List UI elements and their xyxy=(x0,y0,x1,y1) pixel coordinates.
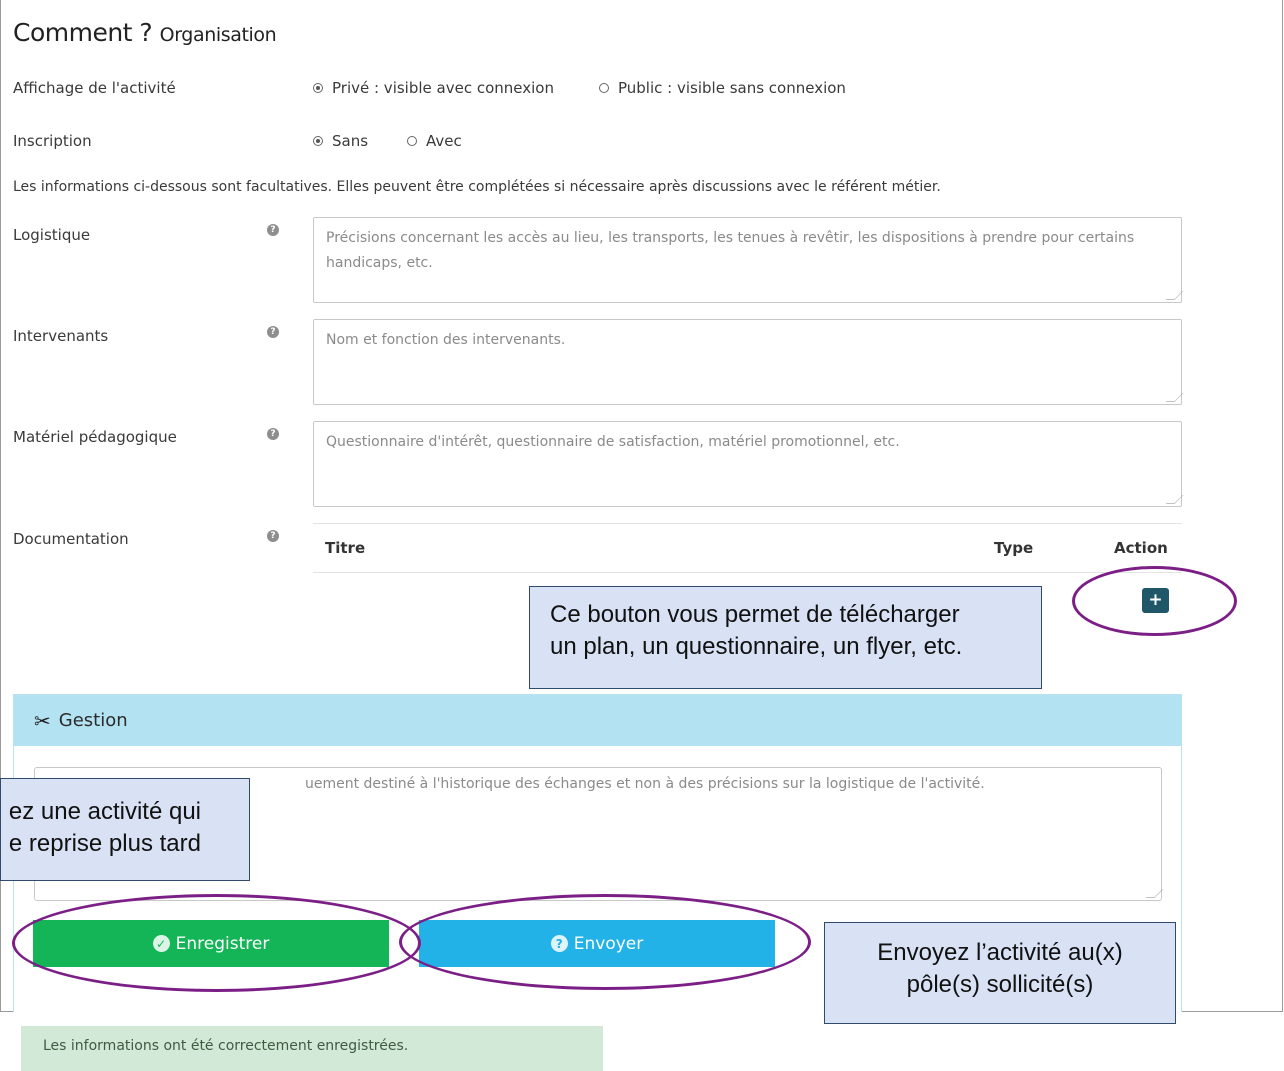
column-header-title: Titre xyxy=(325,539,366,557)
display-label: Affichage de l'activité xyxy=(13,79,176,97)
radio-public-circle[interactable] xyxy=(599,83,609,93)
radio-without-circle[interactable] xyxy=(313,136,323,146)
registration-label: Inscription xyxy=(13,132,92,150)
teaching-material-help-icon[interactable]: ? xyxy=(267,428,279,440)
success-alert: Les informations ont été correctement en… xyxy=(21,1026,603,1071)
callout-upload-line-2: un plan, un questionnaire, un flyer, etc… xyxy=(550,633,963,660)
column-header-action: Action xyxy=(1114,539,1168,557)
radio-without-label: Sans xyxy=(332,132,369,150)
callout-upload-line-1: Ce bouton vous permet de télécharger xyxy=(550,601,960,628)
section-subtitle: Organisation xyxy=(159,24,277,46)
callout-upload: Ce bouton vous permet de télécharger un … xyxy=(529,586,1042,689)
callout-send-line-2: pôle(s) sollicité(s) xyxy=(906,971,1094,998)
radio-public-label: Public : visible sans connexion xyxy=(618,79,846,97)
radio-private-label: Privé : visible avec connexion xyxy=(332,79,554,97)
documentation-label: Documentation xyxy=(13,530,129,548)
radio-with[interactable]: Avec xyxy=(407,132,462,150)
highlight-ellipse-send xyxy=(399,894,811,990)
callout-send-line-1: Envoyez l’activité au(x) xyxy=(877,939,1123,966)
optional-info-text: Les informations ci-dessous sont faculta… xyxy=(13,179,941,195)
teaching-material-placeholder: Questionnaire d'intérêt, questionnaire d… xyxy=(326,434,900,450)
callout-save-text: ez une activité qui e reprise plus tard xyxy=(9,796,201,860)
logistics-label: Logistique xyxy=(13,226,91,244)
callout-save: ez une activité qui e reprise plus tard xyxy=(0,778,250,881)
tools-icon: ✂ xyxy=(34,708,51,733)
documentation-table: Titre Type Action xyxy=(313,523,1182,573)
teaching-material-label: Matériel pédagogique xyxy=(13,428,177,446)
management-panel-header: ✂ Gestion xyxy=(14,695,1181,746)
management-notes-placeholder: uement destiné à l'historique des échang… xyxy=(305,776,985,792)
teaching-material-textarea[interactable]: Questionnaire d'intérêt, questionnaire d… xyxy=(313,421,1184,507)
resize-handle-icon[interactable] xyxy=(1165,291,1184,300)
radio-private-circle[interactable] xyxy=(313,83,323,93)
callout-save-line-2: e reprise plus tard xyxy=(8,830,201,857)
highlight-ellipse-add xyxy=(1072,566,1237,636)
column-header-type: Type xyxy=(994,539,1034,557)
callout-save-line-1: ez une activité qui xyxy=(8,798,201,825)
radio-private[interactable]: Privé : visible avec connexion xyxy=(313,79,554,97)
speakers-placeholder: Nom et fonction des intervenants. xyxy=(326,332,566,348)
section-title: Comment ? Organisation xyxy=(13,18,277,47)
management-title: Gestion xyxy=(58,710,128,731)
radio-public[interactable]: Public : visible sans connexion xyxy=(599,79,846,97)
resize-handle-icon[interactable] xyxy=(1145,889,1164,898)
resize-handle-icon[interactable] xyxy=(1165,495,1184,504)
logistics-textarea[interactable]: Précisions concernant les accès au lieu,… xyxy=(313,217,1184,303)
resize-handle-icon[interactable] xyxy=(1165,393,1184,402)
radio-without[interactable]: Sans xyxy=(313,132,368,150)
documentation-help-icon[interactable]: ? xyxy=(267,530,279,542)
callout-send: Envoyez l’activité au(x) pôle(s) sollici… xyxy=(824,922,1176,1024)
highlight-ellipse-save xyxy=(12,894,421,992)
speakers-label: Intervenants xyxy=(13,327,109,345)
speakers-textarea[interactable]: Nom et fonction des intervenants. xyxy=(313,319,1184,405)
logistics-help-icon[interactable]: ? xyxy=(267,224,279,236)
radio-with-label: Avec xyxy=(426,132,462,150)
section-title-main: Comment ? xyxy=(13,18,153,47)
radio-with-circle[interactable] xyxy=(407,136,417,146)
logistics-placeholder: Précisions concernant les accès au lieu,… xyxy=(326,230,1135,271)
speakers-help-icon[interactable]: ? xyxy=(267,326,279,338)
